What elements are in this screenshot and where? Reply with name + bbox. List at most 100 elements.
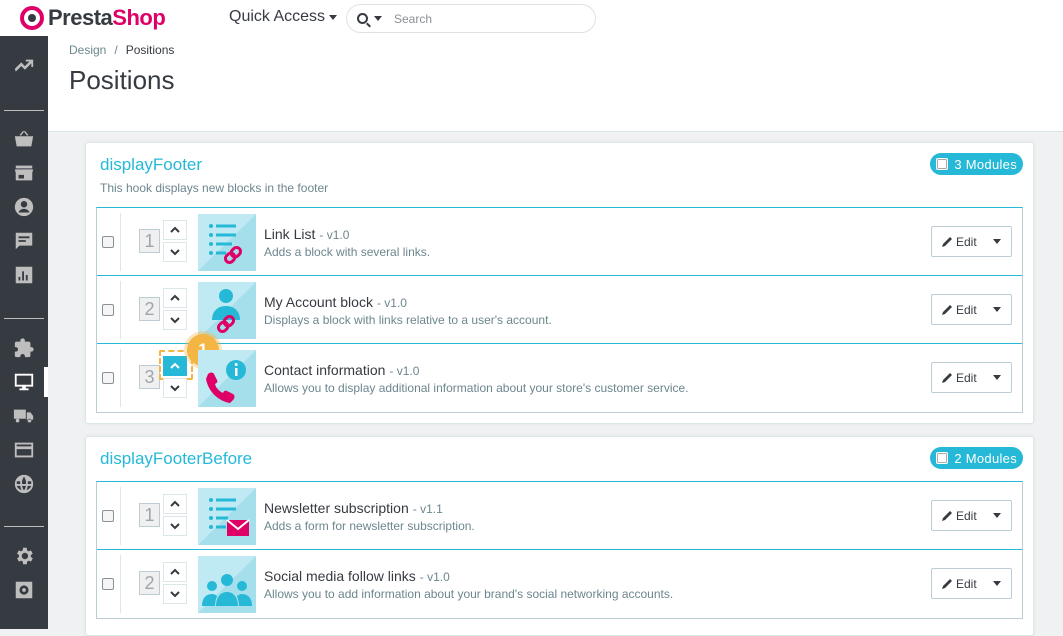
move-up-button[interactable] — [163, 288, 187, 308]
sidebar-item-catalog[interactable] — [0, 158, 48, 188]
edit-button-group[interactable]: Edit — [931, 226, 1012, 257]
sidebar-item-shipping[interactable] — [0, 401, 48, 431]
move-down-button[interactable] — [163, 516, 187, 536]
drag-divider — [120, 487, 121, 545]
top-bar: PrestaShop Quick Access — [0, 0, 1063, 36]
sidebar-divider — [4, 318, 44, 319]
social-people-icon — [198, 556, 256, 613]
module-checkbox[interactable] — [102, 578, 114, 590]
search-input[interactable] — [394, 11, 574, 26]
sidebar-item-stats[interactable] — [0, 260, 48, 290]
move-down-button[interactable] — [163, 584, 187, 604]
reorder-arrows: 1 — [159, 334, 219, 400]
sidebar-item-payment[interactable] — [0, 435, 48, 465]
chevron-down-icon — [170, 385, 180, 392]
module-version: - v1.0 — [419, 570, 450, 584]
search-icon[interactable] — [357, 13, 368, 24]
module-name: Link List — [264, 226, 316, 242]
international-globe-icon — [14, 474, 34, 494]
chevron-up-icon — [170, 568, 180, 575]
modules-count-badge[interactable]: 2 Modules — [930, 447, 1023, 469]
edit-dropdown-caret-icon[interactable] — [992, 375, 1001, 380]
sidebar-item-customers[interactable] — [0, 192, 48, 222]
sidebar-item-customer-service[interactable] — [0, 226, 48, 256]
module-row-link-list: 1 Link List - v1.0 Adds a block with seve… — [97, 208, 1022, 276]
drag-divider — [120, 281, 121, 339]
sidebar-item-orders[interactable] — [0, 124, 48, 154]
move-down-button[interactable] — [163, 310, 187, 330]
module-list: 1 Newsletter subscription - v1.1 Adds a f… — [96, 481, 1023, 619]
hook-name: displayFooterBefore — [100, 449, 253, 468]
module-title: Link List - v1.0 — [264, 226, 349, 242]
module-row-contact-information: 3 1 Contact information- v1.0 Allows you… — [97, 334, 1022, 412]
edit-dropdown-caret-icon[interactable] — [992, 239, 1001, 244]
hook-panel-displayfooterbefore: displayFooterBefore 2 Modules 1 Newslett… — [85, 436, 1034, 636]
account-link-icon — [198, 282, 256, 339]
select-all-checkbox[interactable] — [936, 452, 949, 464]
sidebar-item-advanced-parameters[interactable] — [0, 575, 48, 605]
payment-card-icon — [14, 442, 34, 458]
puffin-logo-icon — [20, 6, 44, 30]
module-checkbox[interactable] — [102, 372, 114, 384]
quick-access-label: Quick Access — [229, 8, 326, 25]
prestashop-logo[interactable]: PrestaShop — [20, 4, 166, 32]
select-all-checkbox[interactable] — [936, 158, 949, 170]
sidebar-nav — [0, 36, 48, 629]
orders-basket-icon — [14, 130, 34, 147]
move-down-button[interactable] — [163, 242, 187, 262]
breadcrumb-design-link[interactable]: Design — [69, 43, 106, 57]
move-up-button[interactable] — [163, 562, 187, 582]
module-title: My Account block - v1.0 — [264, 294, 407, 310]
edit-button-group[interactable]: Edit — [931, 568, 1012, 599]
edit-button-group[interactable]: Edit — [931, 500, 1012, 531]
module-name: Social media follow links — [264, 568, 416, 584]
link-list-icon — [198, 214, 256, 271]
pencil-icon — [942, 578, 952, 589]
reorder-arrows — [163, 288, 188, 332]
module-title: Newsletter subscription - v1.1 — [264, 500, 443, 516]
module-version: - v1.0 — [389, 364, 420, 378]
sidebar-item-configure[interactable] — [0, 541, 48, 571]
module-checkbox[interactable] — [102, 236, 114, 248]
module-checkbox[interactable] — [102, 510, 114, 522]
contact-phone-icon — [198, 350, 256, 407]
module-title: Social media follow links - v1.0 — [264, 568, 450, 584]
breadcrumb-current: Positions — [125, 43, 175, 57]
module-description: Allows you to add information about your… — [264, 587, 674, 601]
move-up-button[interactable] — [163, 220, 187, 240]
move-up-button[interactable] — [163, 494, 187, 514]
search-scope-caret-icon[interactable] — [374, 16, 382, 21]
drag-divider — [120, 213, 121, 271]
sidebar-item-modules[interactable] — [0, 333, 48, 363]
edit-dropdown-caret-icon[interactable] — [992, 307, 1001, 312]
chevron-down-icon — [170, 317, 180, 324]
move-down-button[interactable] — [163, 378, 187, 398]
module-name: Newsletter subscription — [264, 500, 409, 516]
edit-button-group[interactable]: Edit — [931, 294, 1012, 325]
chevron-down-icon — [170, 591, 180, 598]
module-description: Displays a block with links relative to … — [264, 313, 552, 327]
sidebar-item-international[interactable] — [0, 469, 48, 499]
modules-count-badge[interactable]: 3 Modules — [930, 153, 1023, 175]
quick-access-dropdown[interactable]: Quick Access — [229, 8, 338, 26]
customer-service-chat-icon — [15, 232, 33, 250]
module-description: Adds a block with several links. — [264, 245, 431, 259]
edit-dropdown-caret-icon[interactable] — [992, 581, 1001, 586]
breadcrumb-separator: / — [114, 43, 118, 57]
chevron-up-icon — [170, 226, 180, 233]
position-number: 3 — [139, 365, 160, 389]
modules-count-label: 3 Modules — [954, 156, 1017, 172]
edit-dropdown-caret-icon[interactable] — [992, 513, 1001, 518]
modules-count-label: 2 Modules — [954, 450, 1017, 466]
edit-button-group[interactable]: Edit — [931, 362, 1012, 393]
position-number: 2 — [139, 297, 160, 321]
module-checkbox[interactable] — [102, 304, 114, 316]
sidebar-item-design[interactable] — [0, 367, 48, 397]
reorder-arrows — [163, 562, 188, 606]
module-description: Allows you to display additional informa… — [264, 381, 689, 395]
module-list: 1 Link List - v1.0 Adds a block with seve… — [96, 207, 1023, 413]
edit-label: Edit — [956, 576, 977, 591]
sidebar-item-dashboard[interactable] — [0, 52, 48, 82]
edit-label: Edit — [956, 234, 977, 249]
shipping-truck-icon — [13, 409, 34, 423]
